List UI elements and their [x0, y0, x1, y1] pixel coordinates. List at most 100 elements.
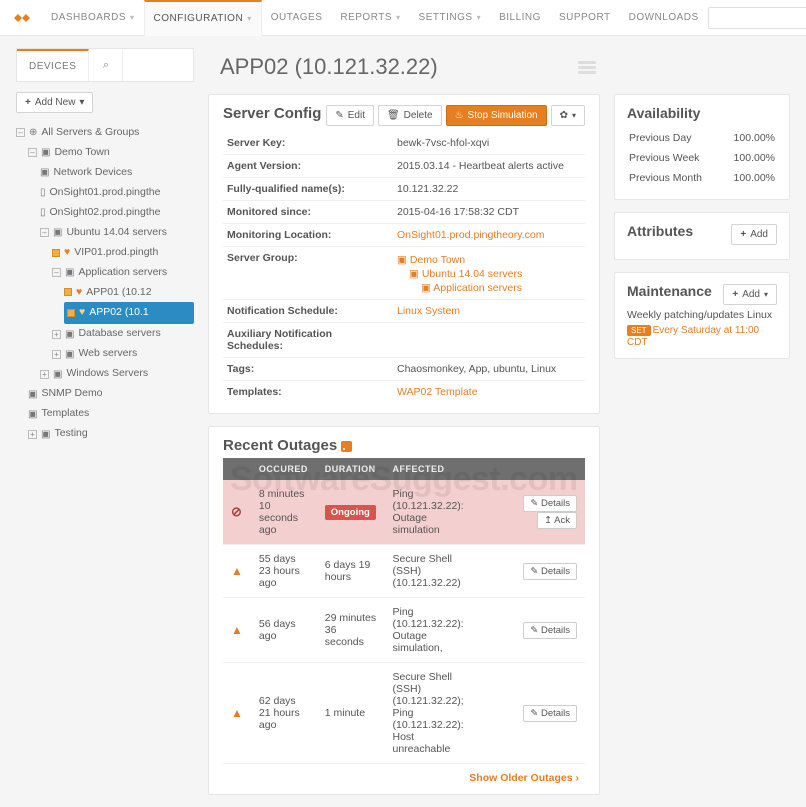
tree-application-servers[interactable]: –▣Application servers: [52, 263, 194, 283]
agent-value: 2015.03.14 - Heartbeat alerts active: [393, 155, 585, 178]
outage-duration: Ongoing: [317, 480, 385, 545]
recent-outages-panel: Recent Outages OCCURED DURATION AFFECTED…: [208, 426, 600, 795]
collapse-icon[interactable]: –: [16, 128, 25, 137]
avail-value: 100.00%: [723, 149, 775, 167]
tree-db-servers[interactable]: +▣Database servers: [52, 324, 194, 344]
expand-icon[interactable]: +: [28, 430, 37, 439]
group-crumb-3[interactable]: Application servers: [433, 282, 522, 294]
folder-icon: ▣: [28, 405, 37, 424]
outage-occurred: 8 minutes 10 seconds ago: [251, 480, 317, 545]
maintenance-heading: Maintenance: [627, 283, 712, 299]
server-config-heading: Server Config: [223, 105, 321, 122]
folder-icon: ▣: [409, 268, 419, 280]
chevron-down-icon: ▾: [764, 290, 768, 299]
group-crumb-1[interactable]: Demo Town: [410, 254, 465, 266]
tree-onsight01[interactable]: ▯OnSight01.prod.pingthe: [40, 183, 194, 203]
chevron-right-icon: ›: [576, 772, 580, 784]
nav-reports[interactable]: REPORTS▾: [331, 0, 409, 36]
details-button[interactable]: ✎ Details: [523, 705, 577, 722]
view-toggle-icon[interactable]: [578, 61, 596, 74]
monitoring-location-link[interactable]: OnSight01.prod.pingtheory.com: [397, 229, 544, 241]
collapse-icon[interactable]: –: [28, 148, 37, 157]
heart-icon: ♥: [64, 243, 70, 263]
tree-testing[interactable]: +▣Testing: [28, 424, 194, 444]
trash-icon: 🗑: [387, 110, 400, 121]
tree-onsight02[interactable]: ▯OnSight02.prod.pingthe: [40, 203, 194, 223]
device-tree: –⊕All Servers & Groups –▣Demo Town ▣Netw…: [16, 123, 194, 444]
settings-menu-button[interactable]: ✿ ▾: [551, 105, 585, 126]
collapse-icon[interactable]: –: [40, 228, 49, 237]
availability-card: Availability Previous Day100.00%Previous…: [614, 94, 790, 200]
delete-button[interactable]: 🗑 Delete: [378, 105, 442, 126]
tags-value: Chaosmonkey, App, ubuntu, Linux: [393, 358, 585, 381]
tree-snmp[interactable]: ▣SNMP Demo: [28, 384, 194, 404]
tree-app01[interactable]: ♥ APP01 (10.12: [64, 283, 194, 303]
nav-downloads[interactable]: DOWNLOADS: [620, 0, 708, 36]
tags-label: Tags:: [223, 358, 393, 381]
devices-tabs: DEVICES ⌕: [16, 48, 194, 82]
details-button[interactable]: ✎ Details: [523, 563, 577, 580]
status-square-icon: [64, 288, 72, 296]
folder-icon: ▣: [40, 163, 49, 182]
maintenance-add-button[interactable]: + Add ▾: [723, 284, 777, 305]
add-new-button[interactable]: + Add New ▾: [16, 92, 93, 113]
tree-windows-servers[interactable]: +▣Windows Servers: [40, 364, 194, 384]
tree-templates[interactable]: ▣Templates: [28, 404, 194, 424]
server-key-label: Server Key:: [223, 132, 393, 155]
tab-devices[interactable]: DEVICES: [17, 49, 89, 81]
show-older-link[interactable]: Show Older Outages ›: [469, 772, 579, 784]
edit-button[interactable]: ✎ Edit: [326, 105, 374, 126]
nav-settings[interactable]: SETTINGS▾: [410, 0, 491, 36]
tree-demo-town[interactable]: –▣Demo Town: [28, 143, 194, 163]
nav-billing[interactable]: BILLING: [490, 0, 550, 36]
group-crumb-2[interactable]: Ubuntu 14.04 servers: [422, 268, 522, 280]
maintenance-set-badge: SET: [627, 325, 651, 336]
collapse-icon[interactable]: –: [52, 268, 61, 277]
details-button[interactable]: ✎ Details: [523, 495, 577, 512]
ack-button[interactable]: ↥ Ack: [537, 512, 577, 529]
chevron-down-icon: ▾: [477, 13, 482, 22]
server-config-panel: Server Config ✎ Edit 🗑 Delete ♨ Stop Sim…: [208, 94, 600, 414]
nav-outages[interactable]: OUTAGES: [262, 0, 332, 36]
expand-icon[interactable]: +: [40, 370, 49, 379]
outage-affected: Secure Shell (SSH) (10.121.32.22); Ping …: [384, 663, 475, 764]
tree-app02[interactable]: ♥ APP02 (10.1: [64, 302, 194, 324]
outage-row: ▲56 days ago29 minutes 36 secondsPing (1…: [223, 598, 585, 663]
tree-ubuntu-group[interactable]: –▣Ubuntu 14.04 servers: [40, 223, 194, 243]
folder-icon: ▣: [41, 425, 50, 444]
avail-value: 100.00%: [723, 169, 775, 187]
attributes-add-button[interactable]: + Add: [731, 224, 777, 245]
folder-icon: ▣: [421, 282, 431, 294]
nav-support[interactable]: SUPPORT: [550, 0, 620, 36]
rss-icon[interactable]: [341, 441, 352, 452]
expand-icon[interactable]: +: [52, 350, 61, 359]
avail-label: Previous Month: [629, 169, 721, 187]
notif-value-link[interactable]: Linux System: [397, 305, 460, 317]
nav-dashboards[interactable]: DASHBOARDS▾: [42, 0, 144, 36]
nav-configuration[interactable]: CONFIGURATION▾: [144, 0, 262, 36]
template-link[interactable]: WAP02 Template: [397, 386, 478, 398]
status-square-icon: [52, 249, 60, 257]
expand-icon[interactable]: +: [52, 330, 61, 339]
search-input[interactable]: [715, 12, 806, 23]
tree-network-devices[interactable]: ▣Network Devices: [40, 163, 194, 183]
stop-simulation-button[interactable]: ♨ Stop Simulation: [446, 105, 547, 126]
chevron-down-icon: ▾: [247, 14, 252, 23]
maintenance-desc: Weekly patching/updates Linux: [627, 309, 777, 321]
tree-web-servers[interactable]: +▣Web servers: [52, 344, 194, 364]
outages-table: OCCURED DURATION AFFECTED ⊘8 minutes 10 …: [223, 458, 585, 764]
heart-icon: ♥: [79, 303, 85, 323]
folder-icon: ▣: [65, 345, 74, 364]
add-new-label: Add New: [35, 97, 76, 108]
details-button[interactable]: ✎ Details: [523, 622, 577, 639]
outage-duration: 1 minute: [317, 663, 385, 764]
global-search[interactable]: ⌕: [708, 7, 806, 29]
outage-row: ▲62 days 21 hours ago1 minuteSecure Shel…: [223, 663, 585, 764]
error-icon: ⊘: [231, 504, 242, 519]
warning-icon: ▲: [231, 706, 243, 720]
tree-root[interactable]: –⊕All Servers & Groups: [16, 123, 194, 143]
tree-vip01[interactable]: ♥ VIP01.prod.pingth: [52, 243, 194, 263]
status-square-icon: [67, 309, 75, 317]
devices-search-icon[interactable]: ⌕: [89, 49, 123, 81]
chevron-down-icon: ▾: [396, 13, 401, 22]
